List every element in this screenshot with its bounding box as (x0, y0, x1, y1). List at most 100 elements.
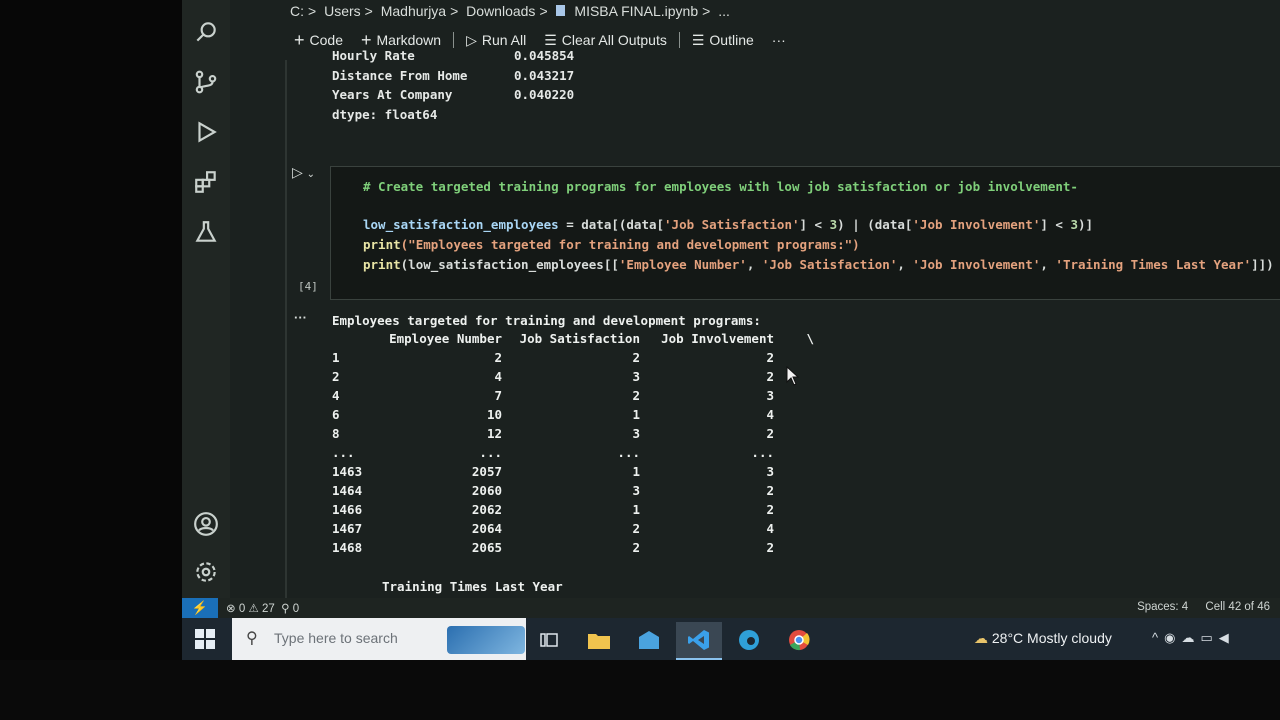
output-value: 0.043217 (514, 67, 575, 83)
cell-position-indicator[interactable]: Cell 42 of 46 (1205, 601, 1270, 613)
table-cell: ... (617, 445, 640, 460)
source-control-icon[interactable] (190, 66, 222, 98)
output-more-button[interactable]: ··· (294, 310, 307, 325)
row-index: 4 (332, 388, 340, 403)
output-key: Distance From Home (332, 67, 468, 83)
table-row: 1464 2060 3 2 (332, 481, 814, 500)
onedrive-cloud-icon[interactable]: ☁ (1181, 630, 1200, 645)
previous-cell-output: Hourly Rate 0.045854 Distance From Home 0.… (332, 46, 574, 124)
ports-icon: ⚲ (281, 603, 290, 615)
weather-widget[interactable]: ☁ 28°C Mostly cloudy (974, 630, 1112, 647)
activity-bar (182, 0, 230, 598)
breadcrumb-drive[interactable]: C: (290, 3, 304, 19)
mail-icon[interactable] (626, 622, 672, 658)
notebook-editor: C: > Users > Madhurjya > Downloads > MISBA F… (230, 0, 1280, 600)
row-index: 1464 (332, 483, 363, 498)
table-header (332, 329, 382, 348)
windows-start-icon[interactable] (194, 628, 216, 650)
vscode-taskbar-icon[interactable] (676, 622, 722, 660)
table-cell: 2065 (471, 540, 502, 555)
code-token: = data[(data[ (558, 217, 665, 232)
table-row: 1467 2064 2 4 (332, 519, 814, 538)
code-cell[interactable]: # Create targeted training programs for … (330, 166, 1280, 300)
code-token: 'Training Times Last Year' (1055, 257, 1252, 272)
row-index: 1466 (332, 502, 363, 517)
edge-browser-icon[interactable] (726, 622, 772, 658)
search-icon[interactable] (190, 16, 222, 48)
table-header: Employee Number (389, 331, 502, 346)
table-row: 6 10 1 4 (332, 405, 814, 424)
table-row: 1 2 2 2 (332, 348, 814, 367)
breadcrumb-more[interactable]: ... (718, 3, 730, 19)
outline-label: Outline (709, 32, 754, 48)
code-token: )] (1077, 217, 1094, 232)
output-row: Distance From Home 0.043217 (332, 66, 574, 86)
table-cell: 3 (632, 369, 640, 384)
table-cell: 2 (632, 521, 640, 536)
extensions-icon[interactable] (190, 166, 222, 198)
table-header: \ (806, 331, 814, 346)
code-token: (low_satisfaction_employees[[ (400, 257, 619, 272)
code-token: print (363, 257, 401, 272)
breadcrumb-downloads[interactable]: Downloads (466, 3, 535, 19)
error-icon: ⊗ (226, 603, 236, 615)
code-token: ] < (1040, 217, 1071, 232)
table-cell: 4 (766, 407, 774, 422)
system-tray[interactable]: ^◉☁▭◀ (1152, 630, 1235, 646)
status-right: Spaces: 4 Cell 42 of 46 (1123, 601, 1270, 613)
volume-icon[interactable]: ◀ (1219, 630, 1235, 645)
table-header-row: Employee Number Job Satisfaction Job Inv… (332, 329, 814, 348)
code-token: ("Employees targeted for training and de… (400, 237, 860, 252)
row-index: ... (332, 445, 355, 460)
search-highlight-image (447, 626, 525, 654)
output-row: Hourly Rate 0.045854 (332, 46, 574, 66)
output-key: Hourly Rate (332, 48, 415, 63)
mouse-cursor-icon (786, 366, 800, 386)
table-cell: 12 (486, 426, 502, 441)
settings-gear-icon[interactable] (190, 556, 222, 588)
battery-icon[interactable]: ▭ (1200, 630, 1218, 645)
file-explorer-icon[interactable] (576, 622, 622, 658)
more-actions-button[interactable]: ··· (766, 32, 792, 48)
task-view-icon[interactable] (526, 622, 572, 658)
table-cell: ... (751, 445, 774, 460)
table-cell: 1 (632, 407, 640, 422)
search-icon: ⚲ (246, 630, 258, 647)
table-cell: 10 (486, 407, 502, 422)
remote-indicator-icon[interactable]: ⚡ (182, 598, 218, 618)
output-value: 0.045854 (514, 48, 575, 63)
run-cell-button[interactable]: ▷ ⌄ (292, 164, 315, 181)
run-debug-icon[interactable] (190, 116, 222, 148)
problems-indicator[interactable]: ⊗ 0 ⚠ 27 ⚲ 0 (226, 601, 299, 615)
output-table: Employee Number Job Satisfaction Job Inv… (332, 329, 814, 557)
chevron-up-icon[interactable]: ^ (1152, 630, 1164, 645)
network-icon[interactable]: ◉ (1164, 630, 1181, 645)
weather-text: 28°C Mostly cloudy (991, 630, 1112, 646)
breadcrumb-file[interactable]: MISBA FINAL.ipynb (574, 3, 698, 19)
code-token: low_satisfaction_employees (363, 217, 559, 232)
table-cell: 2060 (471, 483, 502, 498)
breadcrumb-user[interactable]: Madhurjya (381, 3, 446, 19)
testing-icon[interactable] (190, 216, 222, 248)
execution-count: [4] (298, 280, 318, 293)
table-row: 1466 2062 1 2 (332, 500, 814, 519)
chrome-browser-icon[interactable] (776, 622, 822, 658)
table-cell: 2 (632, 388, 640, 403)
code-line-2: low_satisfaction_employees = data[(data[… (363, 217, 1093, 232)
indentation-indicator[interactable]: Spaces: 4 (1137, 601, 1188, 613)
code-line-3: print("Employees targeted for training a… (363, 237, 860, 252)
row-index: 6 (332, 407, 340, 422)
chevron-down-icon[interactable]: ⌄ (307, 169, 315, 180)
account-icon[interactable] (190, 508, 222, 540)
outline-list-icon: ☰ (691, 31, 705, 48)
taskbar-search[interactable]: ⚲ Type here to search (232, 618, 526, 660)
breadcrumb-users[interactable]: Users (324, 3, 361, 19)
cloud-icon: ☁ (974, 630, 988, 646)
notebook-file-icon (555, 5, 565, 16)
screen-bezel-bottom (0, 660, 1280, 720)
table-cell: 2 (766, 540, 774, 555)
outline-button[interactable]: ☰ Outline (686, 32, 760, 49)
code-token: ] < (799, 217, 830, 232)
table-cell: 1 (632, 464, 640, 479)
row-index: 1463 (332, 464, 363, 479)
